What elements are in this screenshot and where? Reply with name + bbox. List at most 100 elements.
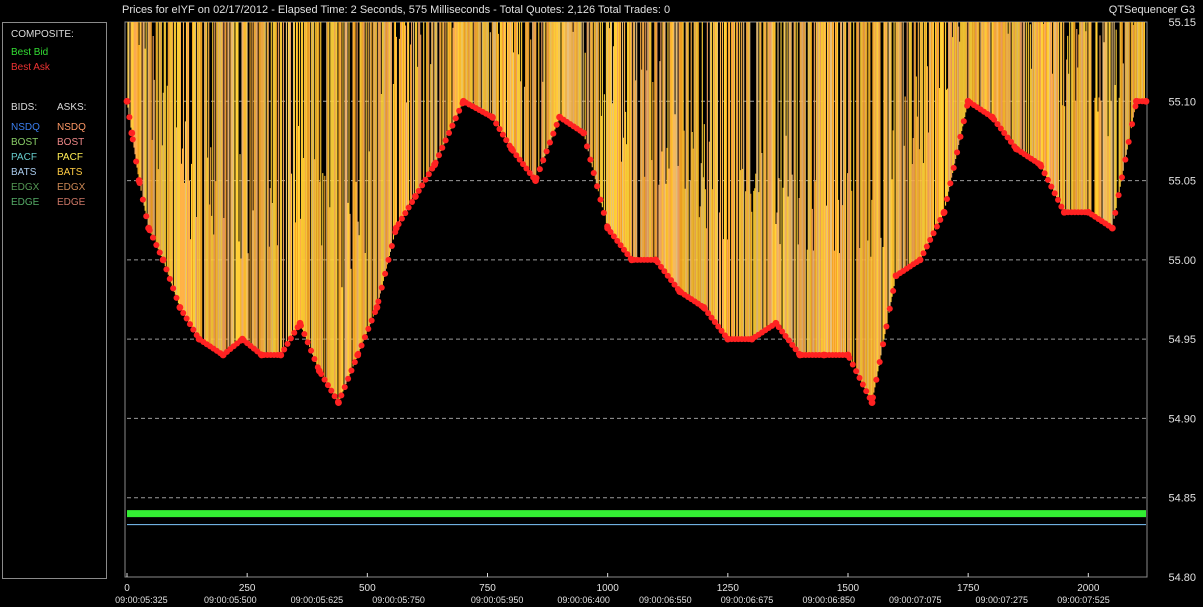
best-ask-marker xyxy=(136,179,143,186)
best-ask-marker xyxy=(311,355,318,362)
best-ask-marker xyxy=(328,387,335,394)
x-tick-label: 1750 xyxy=(957,583,980,594)
best-ask-marker xyxy=(1129,121,1136,128)
best-ask-marker xyxy=(361,334,368,341)
best-ask-marker xyxy=(950,164,957,171)
best-ask-marker xyxy=(1108,224,1115,231)
best-ask-marker xyxy=(594,183,601,190)
best-ask-marker xyxy=(429,165,436,172)
best-ask-marker xyxy=(597,196,604,203)
x-time-label: 09:00:07:075 xyxy=(889,595,942,605)
best-ask-marker xyxy=(402,210,409,217)
best-ask-marker xyxy=(160,256,167,263)
best-ask-marker xyxy=(947,180,954,187)
best-ask-marker xyxy=(419,182,426,189)
best-ask-marker xyxy=(153,242,160,249)
best-ask-marker xyxy=(957,133,964,140)
best-ask-marker xyxy=(409,198,416,205)
best-ask-marker xyxy=(960,118,967,125)
best-ask-marker xyxy=(190,326,197,333)
best-ask-marker xyxy=(365,325,372,332)
best-ask-marker xyxy=(412,193,419,200)
best-ask-marker xyxy=(869,394,876,401)
best-ask-marker xyxy=(1125,138,1132,145)
best-ask-marker xyxy=(1115,192,1122,199)
best-ask-marker xyxy=(173,294,180,301)
best-ask-marker xyxy=(446,130,453,136)
best-ask-marker xyxy=(129,136,136,143)
best-ask-marker xyxy=(853,368,860,375)
x-axis: 0 250 500 750 1000 1250 1500 1750 2000 09:00:05:3… xyxy=(115,573,1110,605)
best-ask-point xyxy=(123,97,131,105)
ask-quote-bars xyxy=(127,22,1145,403)
x-time-label: 09:00:05:325 xyxy=(115,595,168,605)
x-time-label: 09:00:07:275 xyxy=(976,595,1029,605)
x-tick-label: 750 xyxy=(479,583,496,594)
best-ask-marker xyxy=(876,358,883,365)
best-ask-marker xyxy=(890,287,897,294)
best-ask-marker xyxy=(1051,190,1058,197)
best-ask-marker xyxy=(395,221,402,228)
x-time-label: 09:00:06:675 xyxy=(721,595,774,605)
best-ask-marker xyxy=(281,346,288,353)
best-ask-marker xyxy=(580,130,587,136)
best-ask-marker xyxy=(183,315,190,322)
best-ask-marker xyxy=(372,309,379,316)
x-tick-label: 1250 xyxy=(717,583,740,594)
best-ask-marker xyxy=(533,175,540,182)
best-ask-marker xyxy=(923,243,930,250)
best-ask-point xyxy=(128,129,136,137)
best-ask-marker xyxy=(503,137,510,144)
best-ask-marker xyxy=(341,384,348,391)
best-ask-marker xyxy=(335,398,342,405)
best-ask-marker xyxy=(277,352,284,358)
best-ask-marker xyxy=(449,122,456,129)
best-ask-marker xyxy=(873,376,880,383)
x-tick-label: 1500 xyxy=(837,583,860,594)
best-ask-marker xyxy=(422,176,429,183)
y-tick-label: 55.15 xyxy=(1168,17,1196,29)
best-ask-marker xyxy=(927,236,934,243)
best-ask-marker xyxy=(536,166,543,173)
best-ask-marker xyxy=(345,375,352,382)
best-ask-marker xyxy=(933,223,940,230)
best-ask-marker xyxy=(1118,174,1125,181)
best-ask-marker xyxy=(499,131,506,138)
best-ask-marker xyxy=(452,115,459,122)
best-ask-marker xyxy=(1048,183,1055,190)
best-ask-marker xyxy=(849,361,856,368)
best-ask-marker xyxy=(439,144,446,151)
best-ask-marker xyxy=(604,223,611,230)
best-ask-marker xyxy=(493,120,500,127)
best-ask-marker xyxy=(1038,163,1045,170)
best-ask-marker xyxy=(1139,98,1146,105)
best-ask-marker xyxy=(435,152,442,159)
best-ask-marker xyxy=(146,227,153,234)
best-ask-marker xyxy=(1055,196,1062,203)
best-ask-marker xyxy=(186,321,193,328)
x-tick-label: 250 xyxy=(239,583,256,594)
best-ask-marker xyxy=(550,130,557,137)
best-ask-marker xyxy=(166,275,173,282)
best-ask-marker xyxy=(378,284,385,291)
best-ask-marker xyxy=(920,250,927,257)
best-ask-marker xyxy=(425,171,432,178)
best-ask-marker xyxy=(139,196,146,203)
best-ask-marker xyxy=(540,157,547,164)
best-ask-marker xyxy=(456,107,463,114)
best-ask-marker xyxy=(143,213,150,220)
best-ask-marker xyxy=(863,388,870,395)
best-ask-marker xyxy=(324,382,331,389)
best-ask-marker xyxy=(583,143,590,150)
y-tick-label: 55.05 xyxy=(1168,176,1196,188)
best-ask-marker xyxy=(846,354,853,361)
y-tick-label: 55.10 xyxy=(1168,96,1196,108)
best-ask-marker xyxy=(590,169,597,176)
best-ask-marker xyxy=(392,229,399,236)
best-ask-marker xyxy=(553,121,560,128)
best-ask-marker xyxy=(1122,156,1129,163)
best-ask-marker xyxy=(496,126,503,133)
best-ask-marker xyxy=(358,342,365,349)
best-ask-marker xyxy=(170,285,177,292)
best-ask-marker xyxy=(314,364,321,371)
